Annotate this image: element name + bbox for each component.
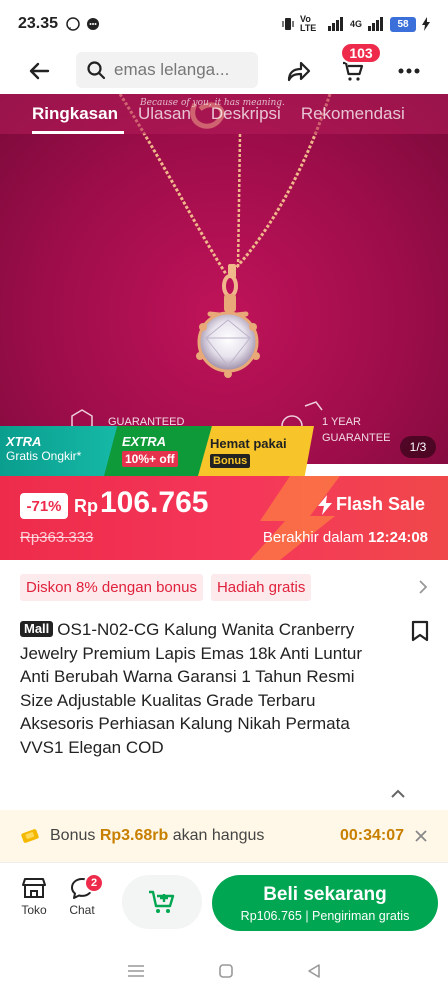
more-options-button[interactable] [394, 56, 424, 86]
back-nav-icon[interactable] [307, 963, 321, 979]
buy-now-subtext: Rp106.765 | Pengiriman gratis [240, 908, 410, 923]
recent-apps-icon[interactable] [127, 964, 145, 978]
arrow-left-icon [29, 62, 50, 80]
bottom-action-bar: Toko Chat 2 Beli sekarang Rp106.765 | Pe… [0, 862, 448, 942]
lightning-icon [318, 494, 332, 515]
chevron-right-icon [419, 580, 428, 594]
hemat-subtitle: Bonus [210, 454, 251, 468]
add-to-cart-button[interactable] [122, 875, 202, 929]
extra-title: EXTRA [122, 434, 167, 449]
chat-label: Chat [69, 903, 95, 917]
buy-now-price: Rp106.765 [240, 908, 302, 923]
wishlist-button[interactable] [410, 620, 430, 647]
ends-label: Berakhir dalam [262, 529, 364, 546]
price-currency: Rp [74, 496, 98, 516]
bookmark-icon [411, 620, 429, 642]
shop-label: Toko [21, 903, 47, 917]
store-icon [22, 878, 46, 898]
sale-price: 106.765 [100, 486, 209, 519]
search-placeholder: emas lelanga... [114, 60, 230, 79]
network-label: Vo LTE [299, 14, 317, 33]
discount-bonus-tag: Diskon 8% dengan bonus [20, 573, 203, 601]
battery-indicator: 58 [390, 16, 416, 32]
whatsapp-icon [66, 17, 80, 31]
buy-now-button[interactable]: Beli sekarang Rp106.765 | Pengiriman gra… [212, 875, 438, 931]
extra-discount-badge: EXTRA 10%+ off [104, 426, 214, 476]
promo-tags-row[interactable]: Diskon 8% dengan bonus Hadiah gratis [0, 570, 448, 604]
status-right: Vo LTE 4G 58 [282, 15, 430, 33]
free-gift-tag: Hadiah gratis [210, 573, 312, 601]
system-navigation-bar [0, 942, 448, 1000]
back-button[interactable] [24, 56, 54, 86]
signal-bars-2 [368, 17, 384, 31]
flash-sale-text: Flash Sale [336, 494, 426, 514]
xtra-free-shipping-badge: XTRA Gratis Ongkir* [0, 426, 120, 476]
original-price: Rp363.333 [20, 529, 94, 546]
bonus-expiry-bar[interactable]: Bonus Rp3.68rb akan hangus 00:34:07 [0, 810, 448, 862]
flash-decoration [250, 476, 340, 560]
discount-badge: -71% [20, 493, 68, 519]
bonus-timer: 00:34:07 [339, 827, 404, 844]
collapse-button[interactable] [390, 786, 406, 804]
bonus-suffix: akan hangus [172, 827, 265, 844]
shop-button[interactable]: Toko [14, 877, 54, 917]
product-title-text: OS1-N02-CG Kalung Wanita Cranberry Jewel… [20, 620, 363, 757]
bonus-savings-badge: Hemat pakai Bonus [198, 426, 314, 476]
signal-bars-1 [327, 17, 344, 31]
add-cart-icon [149, 890, 175, 913]
xtra-title: XTRA [6, 434, 42, 449]
status-time: 23.35 [18, 15, 59, 32]
mall-badge: Mall [20, 621, 54, 637]
more-icon [398, 68, 420, 74]
share-button[interactable] [284, 56, 314, 86]
bonus-amount: Rp3.68rb [99, 827, 169, 844]
buy-now-shipping: Pengiriman gratis [312, 908, 410, 923]
bonus-prefix: Bonus [50, 827, 96, 844]
home-icon[interactable] [218, 963, 234, 979]
search-input[interactable]: emas lelanga... [76, 52, 258, 88]
coin-ticket-icon [21, 829, 39, 843]
necklace-image [71, 94, 332, 437]
countdown-timer: 12:24:08 [367, 529, 428, 546]
guarantee-label: GUARANTEE [322, 432, 391, 444]
product-image-carousel[interactable]: Ringkasan Ulasan Deskripsi Rekomendasi B… [0, 94, 448, 464]
tab-ringkasan[interactable]: Ringkasan [32, 104, 118, 124]
cart-count-badge: 103 [340, 42, 382, 64]
charging-icon [422, 17, 430, 31]
buy-now-label: Beli sekarang [263, 883, 387, 905]
chat-badge: 2 [84, 873, 104, 893]
xtra-subtitle: Gratis Ongkir* [6, 449, 82, 463]
share-icon [287, 61, 311, 82]
flash-sale-label: Flash Sale [318, 494, 425, 515]
flash-countdown: Berakhir dalam 12:24:08 [263, 529, 428, 546]
search-icon [87, 61, 106, 80]
flash-sale-bar: -71% Rp 106.765 Rp363.333 Flash Sale Ber… [0, 476, 448, 560]
tab-rekomendasi[interactable]: Rekomendasi [301, 104, 405, 124]
status-bar: 23.35 Vo LTE 4G 58 [0, 0, 448, 48]
vibrate-icon [282, 18, 294, 30]
close-icon[interactable] [414, 829, 428, 843]
product-title: Mall OS1-N02-CG Kalung Wanita Cranberry J… [20, 618, 380, 759]
signal-label: 4G [349, 19, 362, 29]
extra-subtitle: 10%+ off [122, 451, 178, 467]
guarantee-year-label: 1 YEAR [322, 416, 361, 428]
hemat-title: Hemat pakai [210, 436, 287, 451]
image-counter: 1/3 [400, 436, 436, 458]
active-tab-underline [32, 131, 124, 134]
promo-strip[interactable]: XTRA Gratis Ongkir* EXTRA 10%+ off Hemat… [0, 426, 320, 476]
brand-tagline: Because of you, it has meaning. [140, 98, 285, 108]
chevron-up-icon [391, 789, 405, 798]
message-icon [87, 18, 100, 30]
